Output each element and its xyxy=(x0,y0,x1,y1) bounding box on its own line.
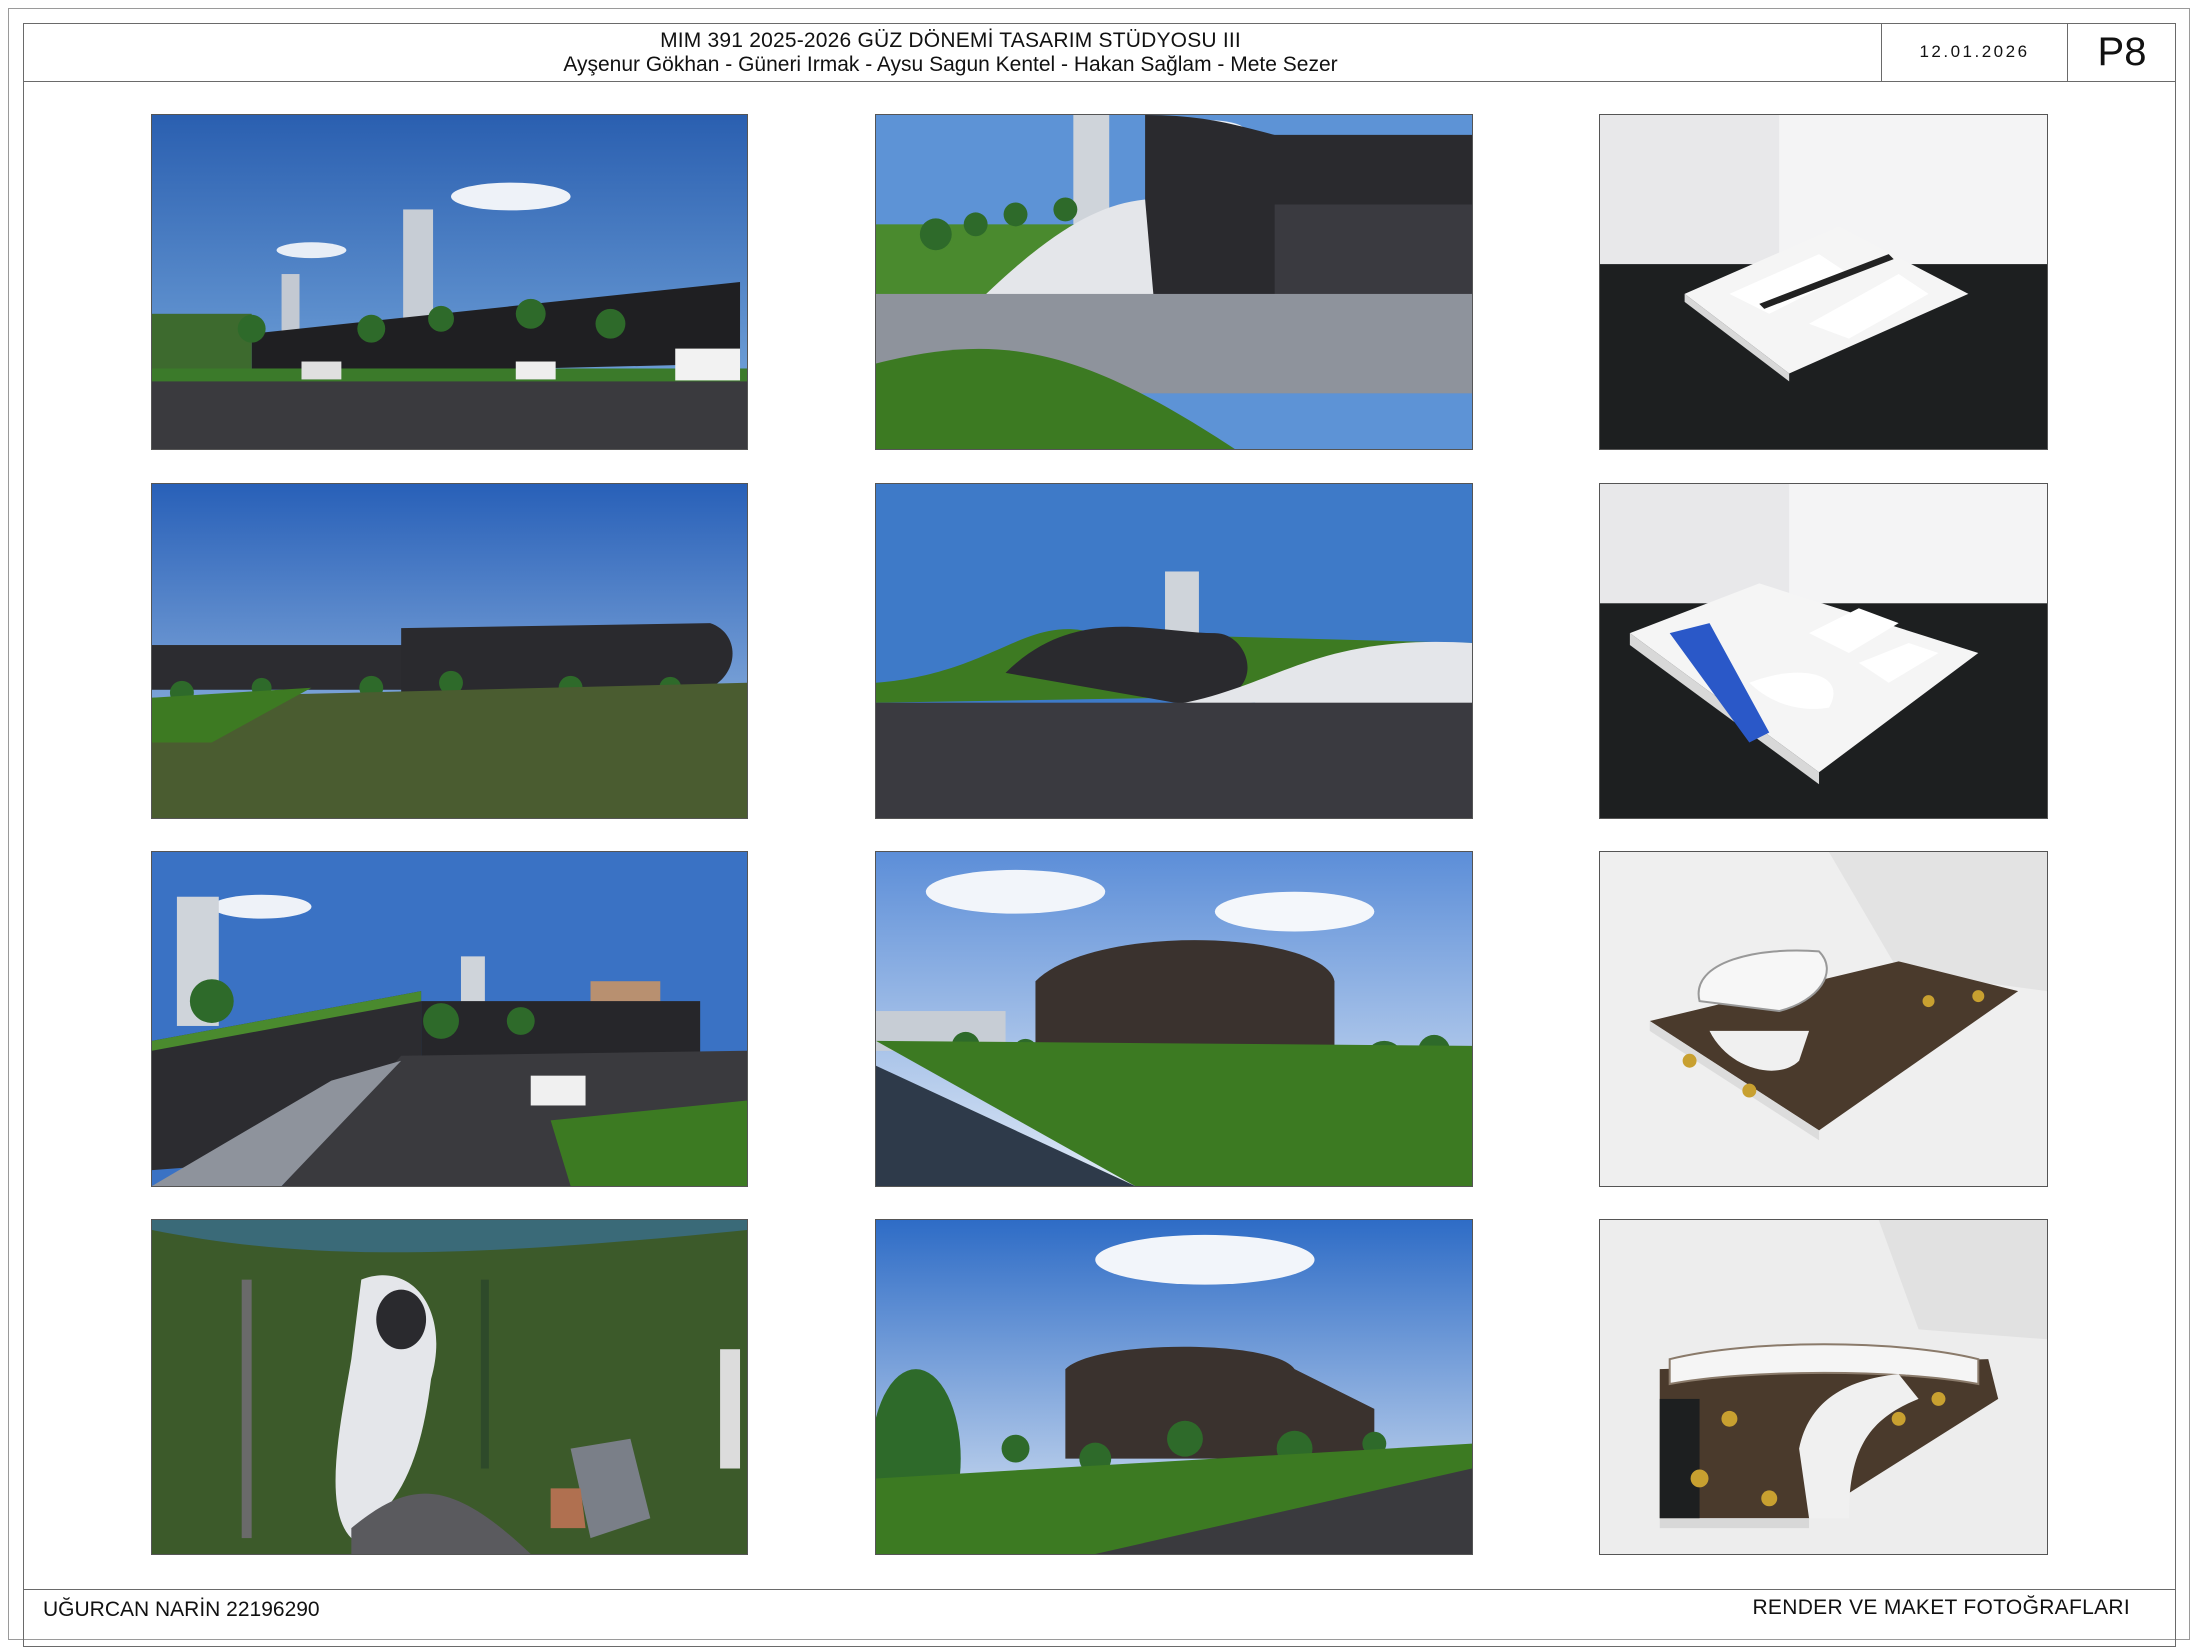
model-photo-perspective-1 xyxy=(1599,851,2048,1187)
render-plaza-entrance xyxy=(875,114,1473,450)
title-block: MIM 391 2025-2026 GÜZ DÖNEMİ TASARIM STÜ… xyxy=(23,23,2176,82)
student-name: UĞURCAN NARİN 22196290 xyxy=(43,1598,320,1621)
render-ramp-view xyxy=(875,483,1473,819)
model-photo-perspective-2 xyxy=(1599,1219,2048,1555)
render-street-view xyxy=(151,114,748,450)
model-photo-angle-view xyxy=(1599,483,2048,819)
date-box: 12.01.2026 xyxy=(1881,23,2067,81)
sheet-title: RENDER VE MAKET FOTOĞRAFLARI xyxy=(1752,1596,2130,1619)
instructors-line: Ayşenur Gökhan - Güneri Irmak - Aysu Sag… xyxy=(563,53,1338,76)
course-title: MIM 391 2025-2026 GÜZ DÖNEMİ TASARIM STÜ… xyxy=(660,29,1241,52)
render-building-lawn-view xyxy=(875,1219,1473,1555)
render-side-elevation xyxy=(151,483,748,819)
render-aerial-site-plan xyxy=(151,1219,748,1555)
model-photo-top-view xyxy=(1599,114,2048,450)
page-number: P8 xyxy=(2067,23,2176,81)
render-parking-view xyxy=(151,851,748,1187)
footer-divider xyxy=(23,1589,2176,1591)
render-canal-view xyxy=(875,851,1473,1187)
course-title-area: MIM 391 2025-2026 GÜZ DÖNEMİ TASARIM STÜ… xyxy=(23,23,1878,81)
